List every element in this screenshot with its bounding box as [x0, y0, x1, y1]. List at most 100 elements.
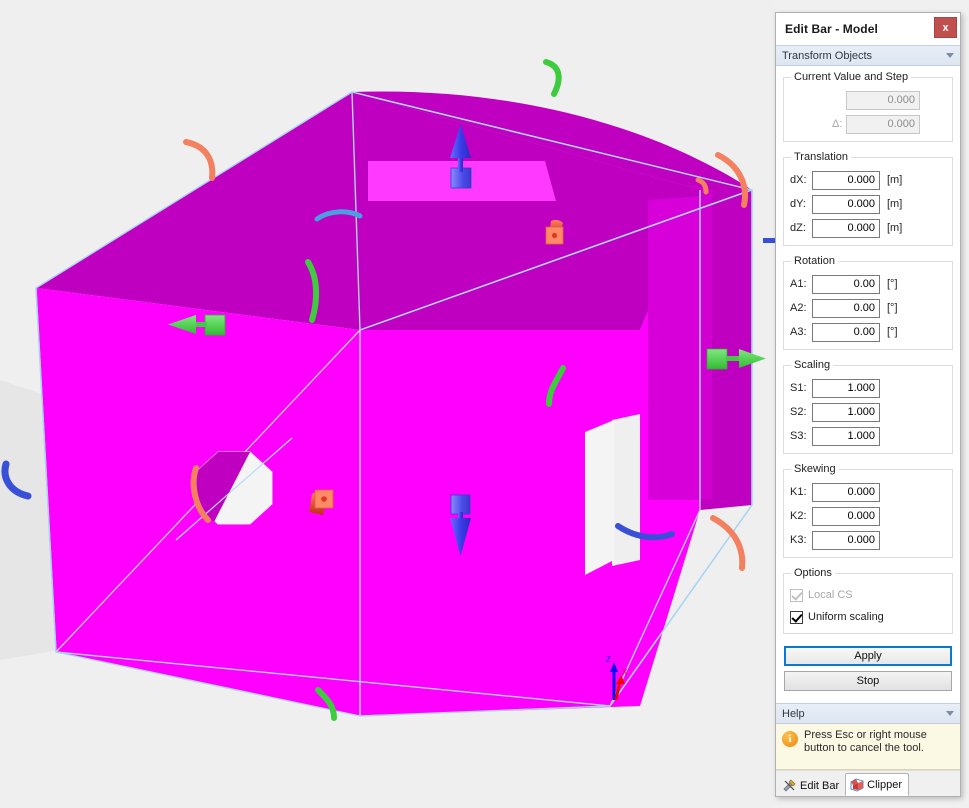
scaling-legend: Scaling [794, 359, 831, 371]
uniform-scaling-row[interactable]: Uniform scaling [790, 608, 946, 626]
current-value-row [790, 90, 946, 110]
edge-marker-blue[interactable] [763, 238, 775, 243]
rotation-a3-label: A3: [790, 326, 807, 338]
rotation-a1-input[interactable] [812, 274, 880, 294]
skewing-k1-label: K1: [790, 486, 807, 498]
uniform-scaling-label: Uniform scaling [808, 611, 884, 623]
local-cs-label: Local CS [808, 589, 853, 601]
step-input [846, 114, 920, 134]
action-buttons: Apply Stop [783, 643, 953, 691]
help-section-header[interactable]: Help [776, 703, 960, 724]
translation-dy-unit: [m] [887, 198, 903, 210]
tools-icon [783, 779, 797, 792]
current-value-group: Current Value and Step Δ: [783, 71, 953, 142]
stop-button[interactable]: Stop [784, 671, 952, 691]
scaling-s3-label: S3: [790, 430, 807, 442]
skew-dot-top [551, 232, 558, 239]
skew-dot-bottom [321, 496, 327, 502]
panel-titlebar: Edit Bar - Model x [776, 13, 960, 45]
translation-dy-input[interactable] [812, 194, 880, 214]
options-group: Options Local CS Uniform scaling [783, 567, 953, 634]
scale-handle-cube-left[interactable] [204, 314, 226, 336]
3d-viewport[interactable]: Z X [0, 0, 775, 808]
scaling-s1-input[interactable] [812, 378, 880, 398]
info-icon: i [782, 731, 798, 747]
translation-group: Translation dX: [m] dY: [m] dZ: [m] [783, 151, 953, 246]
skewing-k2-input[interactable] [812, 506, 880, 526]
step-label: Δ: [832, 118, 843, 130]
uniform-scaling-checkbox[interactable] [790, 610, 803, 624]
translation-dx-input[interactable] [812, 170, 880, 190]
scale-handle-cube-right[interactable] [706, 348, 728, 370]
rotation-a2-input[interactable] [812, 298, 880, 318]
apply-button[interactable]: Apply [784, 646, 952, 666]
scaling-s2-row: S2: [790, 402, 946, 422]
translation-dy-label: dY: [790, 198, 806, 210]
skewing-k3-label: K3: [790, 534, 807, 546]
skewing-group: Skewing K1: K2: K3: [783, 463, 953, 558]
panel-tabbar: Edit Bar Clipper [776, 770, 960, 796]
help-body: i Press Esc or right mouse button to can… [776, 724, 960, 770]
rotation-a3-row: A3: [°] [790, 322, 946, 342]
model-inner-notch[interactable] [648, 196, 700, 500]
panel-title: Edit Bar - Model [785, 22, 878, 36]
scaling-s1-row: S1: [790, 378, 946, 398]
local-cs-row: Local CS [790, 586, 946, 604]
skewing-k1-input[interactable] [812, 482, 880, 502]
skewing-k1-row: K1: [790, 482, 946, 502]
tab-clipper-label: Clipper [867, 778, 902, 791]
scaling-s3-input[interactable] [812, 426, 880, 446]
translation-dz-unit: [m] [887, 222, 903, 234]
skewing-k3-row: K3: [790, 530, 946, 550]
local-cs-checkbox [790, 588, 803, 602]
translate-handle-cube-down[interactable] [450, 494, 471, 515]
model-opening-2[interactable] [585, 420, 614, 575]
tab-edit-bar-label: Edit Bar [800, 779, 840, 792]
chevron-down-icon[interactable] [946, 711, 954, 716]
rotation-a2-label: A2: [790, 302, 807, 314]
rotation-a1-row: A1: [°] [790, 274, 946, 294]
scaling-s1-label: S1: [790, 382, 807, 394]
close-icon[interactable]: x [934, 17, 957, 38]
translation-dz-row: dZ: [m] [790, 218, 946, 238]
translation-dz-label: dZ: [790, 222, 806, 234]
transform-objects-section-header[interactable]: Transform Objects [776, 45, 960, 66]
translation-dx-unit: [m] [887, 174, 903, 186]
help-section: Help i Press Esc or right mouse button t… [776, 703, 960, 770]
rotation-a3-unit: [°] [887, 326, 898, 338]
rotation-a2-unit: [°] [887, 302, 898, 314]
scaling-s2-input[interactable] [812, 402, 880, 422]
scaling-s2-label: S2: [790, 406, 807, 418]
scaling-s3-row: S3: [790, 426, 946, 446]
panel-body: Current Value and Step Δ: Translation dX… [776, 66, 960, 703]
translation-dx-label: dX: [790, 174, 807, 186]
step-row: Δ: [790, 114, 946, 134]
chevron-down-icon[interactable] [946, 53, 954, 58]
options-legend: Options [794, 567, 832, 579]
rotation-a3-input[interactable] [812, 322, 880, 342]
help-label: Help [782, 707, 805, 720]
translation-legend: Translation [794, 151, 849, 163]
application-window: Z X Edit Bar - Model x Transform Objects… [0, 0, 969, 808]
cube-icon [850, 778, 864, 792]
skewing-k2-label: K2: [790, 510, 807, 522]
help-text: Press Esc or right mouse button to cance… [804, 729, 927, 754]
translation-dz-input[interactable] [812, 218, 880, 238]
translation-dy-row: dY: [m] [790, 194, 946, 214]
skewing-k2-row: K2: [790, 506, 946, 526]
viewport-canvas[interactable]: Z X [0, 0, 775, 808]
current-value-legend: Current Value and Step [794, 71, 909, 83]
skewing-legend: Skewing [794, 463, 836, 475]
tab-edit-bar[interactable]: Edit Bar [779, 775, 845, 796]
tab-clipper[interactable]: Clipper [845, 773, 909, 796]
edit-bar-panel: Edit Bar - Model x Transform Objects Cur… [775, 12, 961, 797]
transform-objects-label: Transform Objects [782, 49, 873, 62]
axis-x-label: X [622, 668, 628, 677]
rotation-a2-row: A2: [°] [790, 298, 946, 318]
model-opening[interactable] [612, 414, 640, 566]
rotation-group: Rotation A1: [°] A2: [°] A3: [°] [783, 255, 953, 350]
current-value-input [846, 90, 920, 110]
skewing-k3-input[interactable] [812, 530, 880, 550]
rotation-a1-label: A1: [790, 278, 807, 290]
rotation-legend: Rotation [794, 255, 835, 267]
